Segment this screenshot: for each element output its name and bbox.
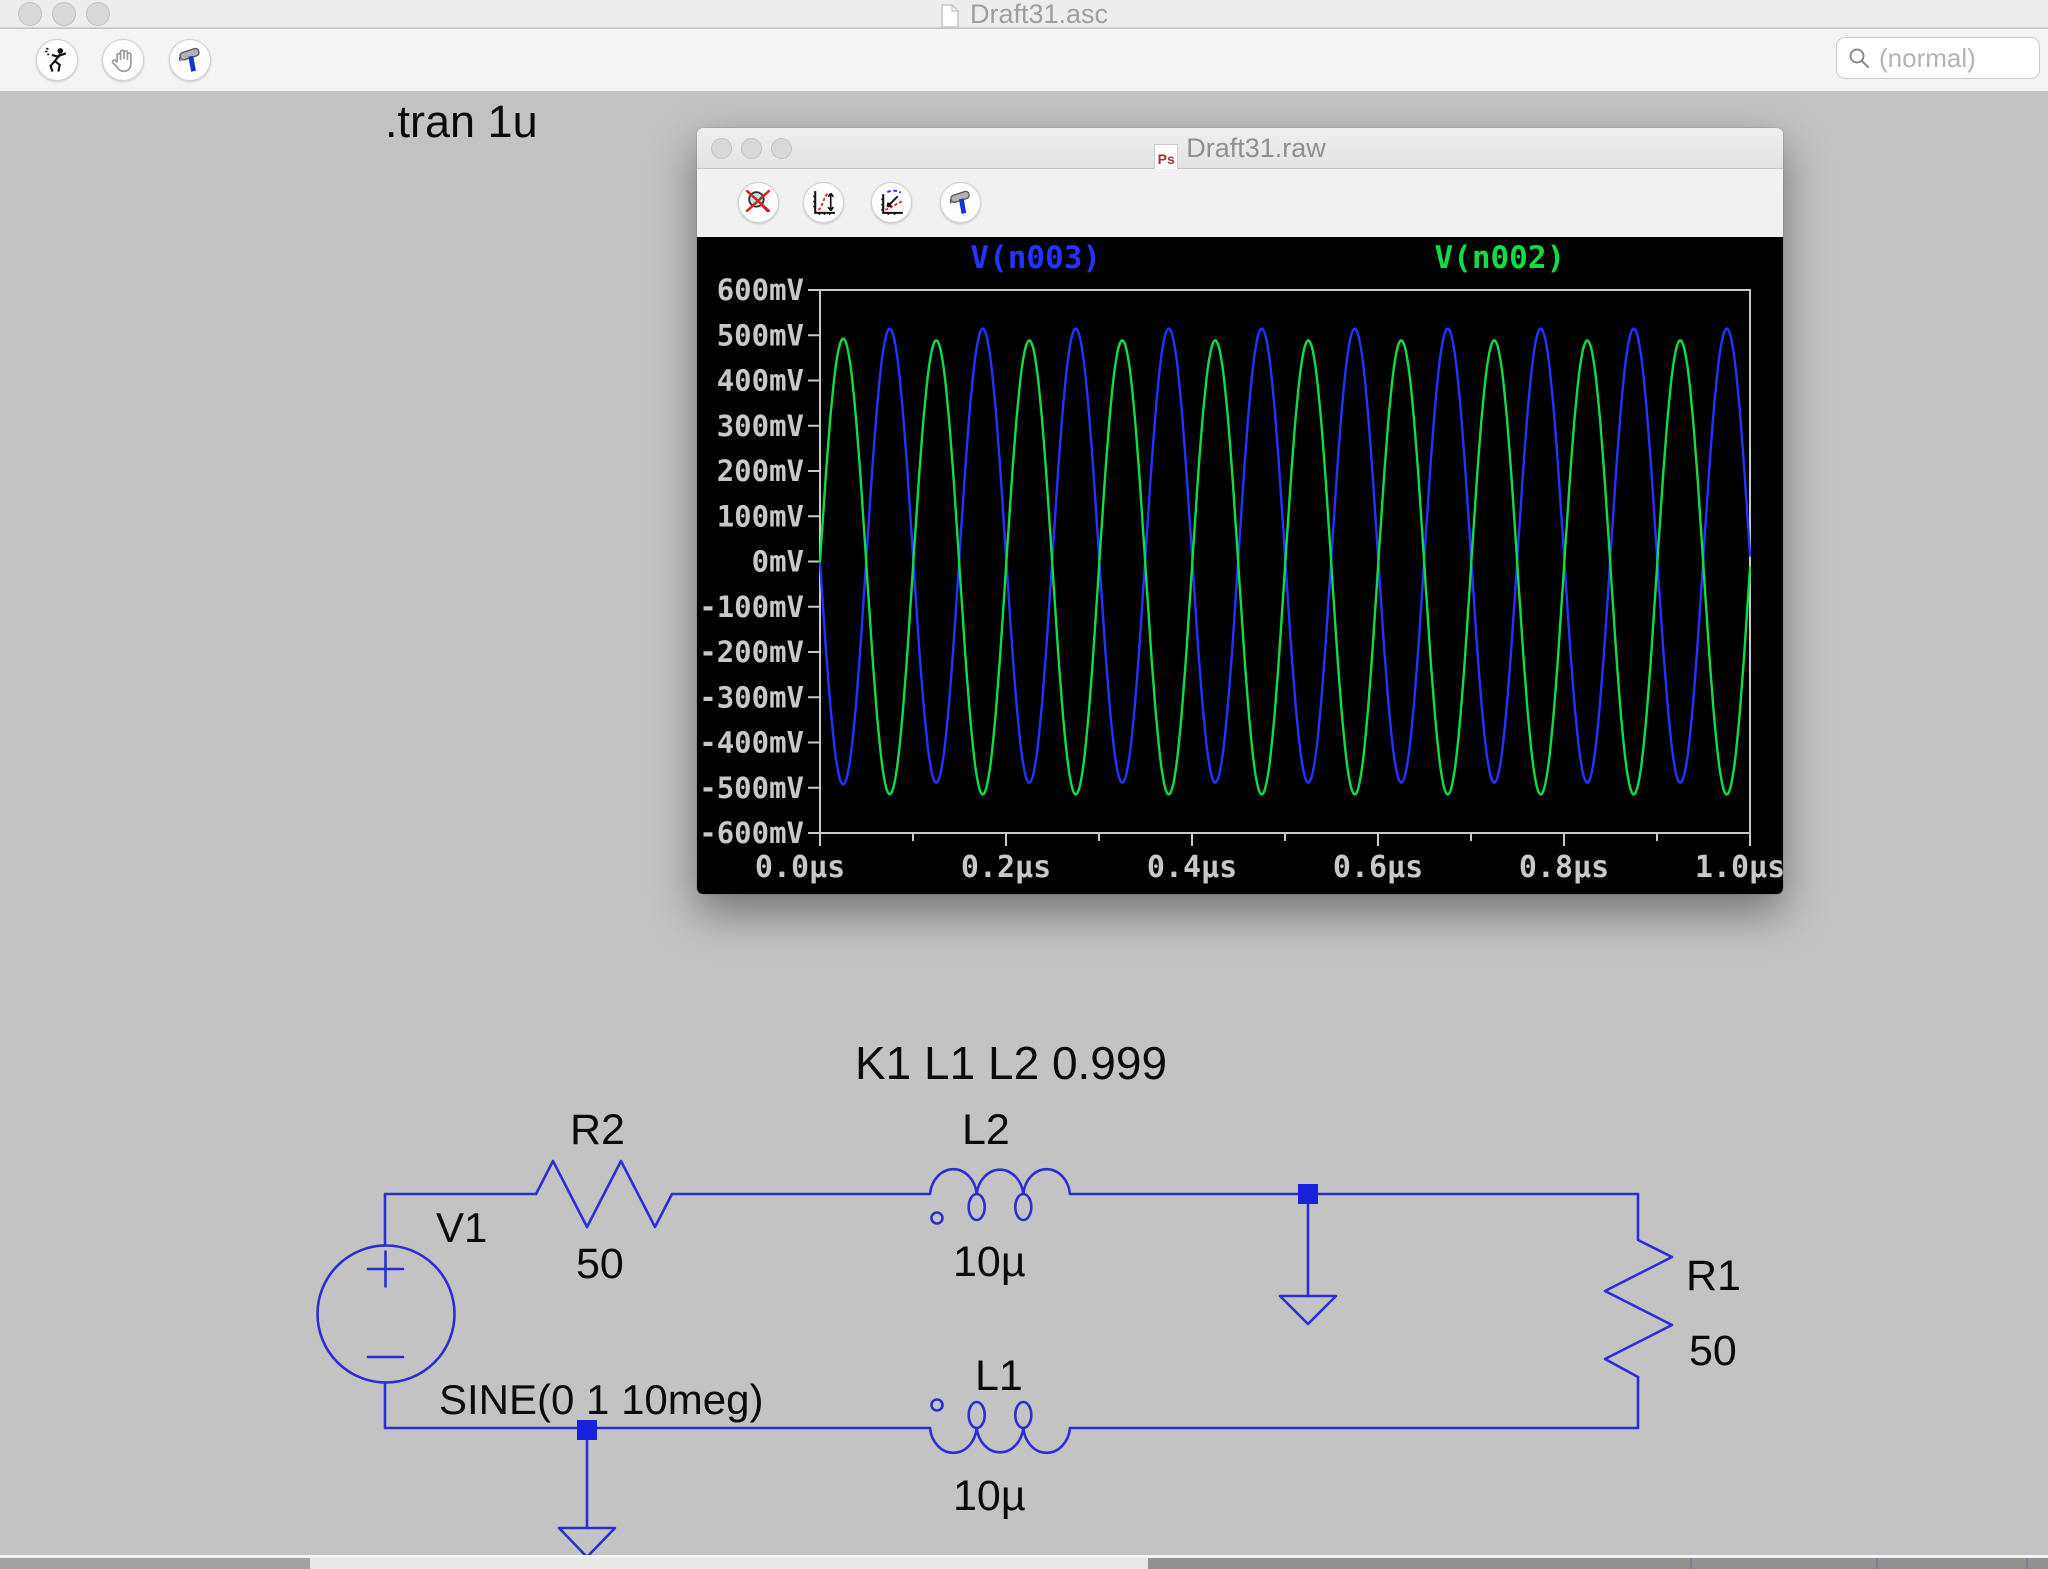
y-tick-label: -500mV bbox=[699, 771, 804, 805]
zoom-previous-button[interactable] bbox=[871, 182, 912, 223]
pan-button[interactable] bbox=[102, 39, 144, 81]
y-tick-label: -300mV bbox=[699, 680, 804, 714]
label-R1-value[interactable]: 50 bbox=[1689, 1327, 1737, 1376]
main-titlebar: Draft31.asc bbox=[0, 0, 2048, 28]
y-tick-label: 200mV bbox=[717, 454, 804, 488]
inductor-L1-loop bbox=[1015, 1402, 1031, 1428]
autorange-icon bbox=[809, 188, 838, 217]
inductor-L2-phase-dot bbox=[932, 1213, 943, 1224]
label-R1-name[interactable]: R1 bbox=[1686, 1252, 1741, 1301]
strip-separator bbox=[1876, 1558, 1878, 1569]
strip-separator bbox=[1690, 1558, 1692, 1569]
label-L1-name[interactable]: L1 bbox=[975, 1352, 1023, 1401]
label-L2-value[interactable]: 10µ bbox=[953, 1238, 1026, 1287]
hammer-icon bbox=[175, 45, 205, 75]
run-icon bbox=[42, 45, 72, 75]
x-tick-label: 0.6µs bbox=[1333, 850, 1423, 885]
waveform-plot[interactable]: V(n003) V(n002) 600mV 500mV 400mV 300mV 200mV 1… bbox=[697, 237, 1783, 894]
settings-button[interactable] bbox=[169, 39, 211, 81]
window-title-text: Draft31.asc bbox=[970, 0, 1108, 29]
y-tick-label: 300mV bbox=[717, 409, 804, 443]
autorange-button[interactable] bbox=[803, 182, 844, 223]
ground-symbol[interactable] bbox=[559, 1528, 615, 1557]
plot-window-title-text: Draft31.raw bbox=[1186, 133, 1326, 163]
hand-icon bbox=[108, 45, 138, 75]
ground-symbol[interactable] bbox=[1280, 1296, 1336, 1324]
plus-sign bbox=[368, 1252, 403, 1287]
inductor-L1[interactable] bbox=[930, 1428, 1070, 1453]
legend-label[interactable]: V(n003) bbox=[970, 240, 1101, 276]
x-tick-label: 1.0µs bbox=[1695, 850, 1783, 885]
strip-segment bbox=[1148, 1558, 2048, 1569]
trace-V(n002)[interactable] bbox=[820, 339, 1750, 795]
strip-segment bbox=[310, 1558, 1148, 1569]
resistor-R2[interactable] bbox=[536, 1161, 672, 1227]
zoom-disabled-icon bbox=[744, 188, 773, 217]
strip-separator bbox=[2026, 1558, 2028, 1569]
resistor-R1[interactable] bbox=[1605, 1194, 1672, 1377]
tran-directive[interactable]: .tran 1u bbox=[385, 96, 538, 148]
label-R2-name[interactable]: R2 bbox=[570, 1106, 625, 1155]
strip-segment bbox=[0, 1558, 310, 1569]
hammer-icon bbox=[946, 188, 975, 217]
inductor-L1-phase-dot bbox=[932, 1400, 943, 1411]
x-tick-label: 0.4µs bbox=[1147, 850, 1237, 885]
raw-file-icon: Ps bbox=[1154, 144, 1178, 172]
coupling-directive[interactable]: K1 L1 L2 0.999 bbox=[855, 1036, 1167, 1090]
document-icon bbox=[940, 4, 960, 28]
label-L2-name[interactable]: L2 bbox=[962, 1106, 1010, 1155]
plot-toolbar bbox=[697, 169, 1783, 237]
y-tick-label: -100mV bbox=[699, 590, 804, 624]
window-title: Draft31.asc bbox=[0, 0, 2048, 28]
plot-window-title: Ps Draft31.raw bbox=[697, 128, 1783, 169]
zoom-disabled-button[interactable] bbox=[738, 182, 779, 223]
inductor-L2-loop bbox=[969, 1194, 985, 1220]
search-icon bbox=[1847, 46, 1871, 70]
plot-titlebar: Ps Draft31.raw bbox=[697, 128, 1783, 169]
bottom-scrollbar-strip[interactable] bbox=[0, 1558, 2048, 1569]
label-L1-value[interactable]: 10µ bbox=[953, 1472, 1026, 1521]
wire[interactable] bbox=[1070, 1377, 1638, 1428]
y-tick-label: -600mV bbox=[699, 816, 804, 850]
y-tick-label: 100mV bbox=[717, 499, 804, 533]
y-tick-label: -400mV bbox=[699, 726, 804, 760]
zoom-previous-icon bbox=[877, 188, 906, 217]
inductor-L2-loop bbox=[1015, 1194, 1031, 1220]
search-input[interactable] bbox=[1879, 43, 2029, 74]
waveform-window[interactable]: Ps Draft31.raw bbox=[697, 128, 1783, 894]
legend-label[interactable]: V(n002) bbox=[1435, 240, 1566, 276]
inductor-L1-loop bbox=[969, 1402, 985, 1428]
inductor-L2[interactable] bbox=[930, 1169, 1070, 1194]
run-button[interactable] bbox=[36, 39, 78, 81]
y-tick-label: 400mV bbox=[717, 364, 804, 398]
y-tick-label: 0mV bbox=[752, 545, 804, 579]
label-R2-value[interactable]: 50 bbox=[576, 1240, 624, 1289]
y-tick-label: 500mV bbox=[717, 318, 804, 352]
plot-settings-button[interactable] bbox=[940, 182, 981, 223]
search-box[interactable] bbox=[1836, 37, 2040, 79]
wire-node[interactable] bbox=[1298, 1184, 1318, 1204]
y-tick-label: -200mV bbox=[699, 635, 804, 669]
label-V1-value[interactable]: SINE(0 1 10meg) bbox=[439, 1376, 763, 1424]
voltage-source-V1[interactable] bbox=[318, 1246, 455, 1383]
x-tick-label: 0.8µs bbox=[1519, 850, 1609, 885]
x-tick-label: 0.0µs bbox=[755, 850, 845, 885]
plot-area[interactable]: V(n003) V(n002) 600mV 500mV 400mV 300mV 200mV 1… bbox=[697, 237, 1783, 894]
label-V1-name[interactable]: V1 bbox=[436, 1204, 487, 1252]
x-tick-label: 0.2µs bbox=[961, 850, 1051, 885]
y-tick-label: 600mV bbox=[717, 273, 804, 307]
main-toolbar bbox=[0, 29, 2048, 91]
